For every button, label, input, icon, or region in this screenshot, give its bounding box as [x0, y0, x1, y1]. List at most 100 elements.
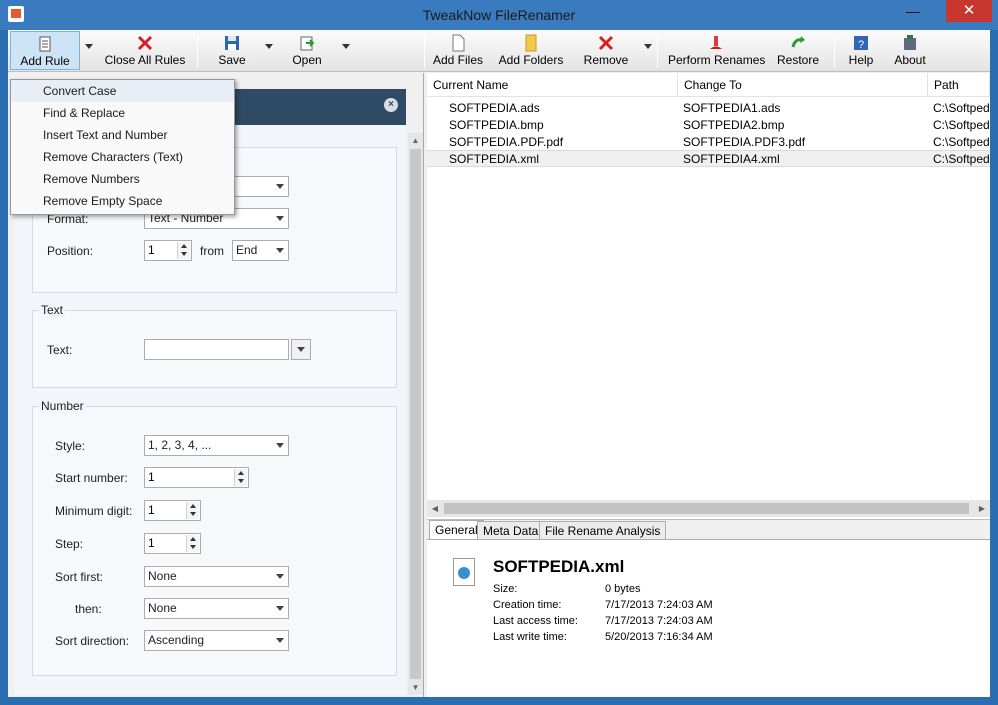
close-all-rules-label: Close All Rules [104, 53, 186, 67]
menu-item-remove-numbers[interactable]: Remove Numbers [11, 168, 234, 190]
restore-button[interactable]: Restore [774, 31, 822, 70]
menu-item-convert-case[interactable]: Convert Case [11, 80, 234, 102]
remove-button[interactable]: Remove [582, 31, 630, 70]
column-path[interactable]: Path [928, 73, 990, 97]
path-cell: C:\Softpedia [933, 118, 990, 132]
detail-file-name: SOFTPEDIA.xml [493, 557, 625, 576]
path-cell: C:\Softpedia [933, 152, 990, 166]
add-rule-menu: Convert Case Find & Replace Insert Text … [10, 79, 235, 215]
rule-pane-scrollbar[interactable]: ▲ ▼ [408, 133, 423, 695]
current-name-cell: SOFTPEDIA.xml [449, 152, 540, 166]
position-stepper[interactable]: 1 [144, 240, 192, 261]
tab-general[interactable]: General [429, 520, 484, 541]
restore-label: Restore [776, 53, 820, 67]
remove-dropdown-icon[interactable] [644, 44, 652, 49]
style-select[interactable]: 1, 2, 3, 4, ... [144, 435, 289, 456]
last-access-time-value: 7/17/2013 7:24:03 AM [605, 615, 713, 627]
then-select[interactable]: None [144, 598, 289, 619]
sort-first-label: Sort first: [55, 570, 104, 584]
tab-file-rename-analysis[interactable]: File Rename Analysis [539, 521, 667, 540]
file-list-header: Current Name Change To Path [427, 73, 990, 97]
window-title: TweakNow FileRenamer [422, 7, 576, 23]
save-label: Save [218, 53, 246, 67]
scrollbar-thumb[interactable] [410, 149, 421, 679]
add-files-label: Add Files [432, 53, 484, 67]
step-stepper[interactable]: 1 [144, 533, 201, 554]
number-group: Number Style: 1, 2, 3, 4, ... Start numb… [32, 399, 397, 676]
minimum-digit-stepper[interactable]: 1 [144, 500, 201, 521]
save-button[interactable]: Save [208, 31, 256, 70]
position-label: Position: [47, 244, 94, 258]
about-label: About [894, 53, 926, 67]
file-list-horizontal-scrollbar[interactable]: ◀ ▶ [427, 500, 990, 517]
path-cell: C:\Softpedia [933, 135, 990, 149]
add-rule-button[interactable]: Add Rule [10, 31, 80, 70]
number-group-title: Number [39, 399, 86, 413]
sort-direction-label: Sort direction: [55, 634, 130, 648]
add-folders-label: Add Folders [498, 53, 564, 67]
open-dropdown-icon[interactable] [342, 44, 350, 49]
change-to-cell: SOFTPEDIA1.ads [683, 101, 781, 115]
open-button[interactable]: Open [286, 31, 328, 70]
path-cell: C:\Softpedia [933, 101, 990, 115]
text-history-dropdown-icon[interactable] [291, 339, 311, 360]
close-all-rules-button[interactable]: Close All Rules [102, 31, 188, 70]
minimize-button[interactable]: — [900, 2, 926, 22]
tab-meta-data[interactable]: Meta Data [477, 521, 545, 540]
menu-item-remove-empty-space[interactable]: Remove Empty Space [11, 190, 234, 212]
perform-renames-button[interactable]: Perform Renames [668, 31, 765, 70]
current-name-cell: SOFTPEDIA.bmp [449, 118, 544, 132]
scroll-right-icon[interactable]: ▶ [974, 500, 990, 517]
red-x-icon [598, 35, 614, 51]
title-bar: TweakNow FileRenamer — ✕ [0, 0, 998, 30]
table-row[interactable]: SOFTPEDIA.bmp SOFTPEDIA2.bmp C:\Softpedi… [427, 117, 990, 134]
open-folder-icon [300, 36, 315, 51]
toolbar-separator [834, 34, 835, 68]
add-folders-icon [525, 34, 537, 52]
table-row[interactable]: SOFTPEDIA.ads SOFTPEDIA1.ads C:\Softpedi… [427, 100, 990, 117]
text-group-title: Text [39, 303, 66, 317]
add-folders-button[interactable]: Add Folders [498, 31, 564, 70]
add-rule-dropdown-icon[interactable] [85, 44, 93, 49]
column-change-to[interactable]: Change To [678, 73, 928, 97]
help-icon: ? [854, 36, 868, 51]
start-number-label: Start number: [55, 471, 128, 485]
about-button[interactable]: About [890, 31, 930, 70]
scrollbar-thumb[interactable] [444, 503, 969, 514]
minimum-digit-label: Minimum digit: [55, 504, 133, 518]
add-files-button[interactable]: Add Files [432, 31, 484, 70]
save-dropdown-icon[interactable] [265, 44, 273, 49]
then-label: then: [75, 602, 102, 616]
scroll-up-icon[interactable]: ▲ [408, 133, 423, 148]
from-label: from [200, 244, 224, 258]
detail-tabs: General Meta Data File Rename Analysis [427, 519, 990, 541]
table-row[interactable]: SOFTPEDIA.PDF.pdf SOFTPEDIA.PDF3.pdf C:\… [427, 134, 990, 151]
scroll-left-icon[interactable]: ◀ [427, 500, 443, 517]
last-write-time-label: Last write time: [493, 631, 567, 643]
change-to-cell: SOFTPEDIA4.xml [683, 152, 780, 166]
restore-arrow-icon [791, 36, 805, 48]
current-name-cell: SOFTPEDIA.PDF.pdf [449, 135, 564, 149]
style-label: Style: [55, 439, 86, 453]
menu-item-insert-text-number[interactable]: Insert Text and Number [11, 124, 234, 146]
toolbar-separator [197, 34, 198, 68]
close-window-button[interactable]: ✕ [946, 0, 992, 22]
help-label: Help [848, 53, 874, 67]
start-number-stepper[interactable]: 1 [144, 467, 249, 488]
menu-item-find-replace[interactable]: Find & Replace [11, 102, 234, 124]
step-label: Step: [55, 537, 84, 551]
column-current-name[interactable]: Current Name [427, 73, 678, 97]
change-to-cell: SOFTPEDIA2.bmp [683, 118, 785, 132]
close-rule-icon[interactable]: × [384, 98, 398, 112]
from-select[interactable]: End [232, 240, 289, 261]
table-row-selected[interactable]: SOFTPEDIA.xml SOFTPEDIA4.xml C:\Softpedi… [427, 150, 990, 167]
sort-direction-select[interactable]: Ascending [144, 630, 289, 651]
sort-first-select[interactable]: None [144, 566, 289, 587]
text-input[interactable] [144, 339, 289, 360]
menu-item-remove-characters[interactable]: Remove Characters (Text) [11, 146, 234, 168]
size-value: 0 bytes [605, 583, 641, 595]
scroll-down-icon[interactable]: ▼ [408, 680, 423, 695]
xml-file-icon [453, 558, 475, 586]
add-rule-icon [39, 36, 51, 52]
help-button[interactable]: ? Help [844, 31, 878, 70]
